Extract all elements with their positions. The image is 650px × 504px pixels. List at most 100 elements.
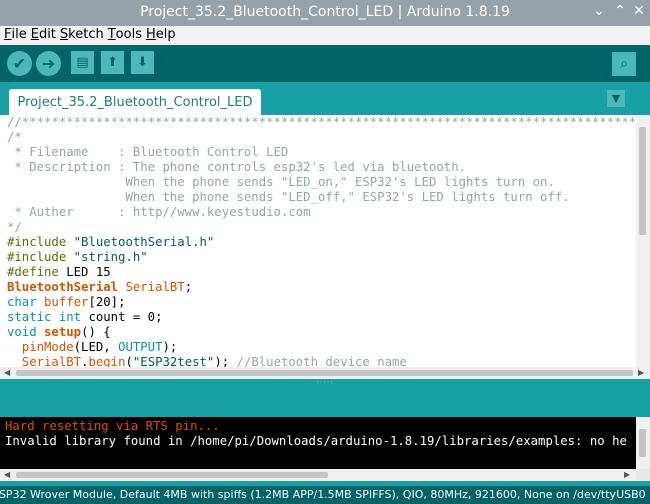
menu-bar: File Edit Sketch Tools Help: [0, 26, 650, 45]
code-token: int: [58, 310, 82, 324]
code-token: //**************************************…: [7, 115, 636, 129]
console-scroll-right-icon[interactable]: ▶: [624, 469, 630, 481]
menu-sketch[interactable]: Sketch: [56, 26, 104, 43]
panel-divider[interactable]: ·····: [0, 378, 650, 417]
code-token: begin: [88, 355, 126, 367]
code-line: */: [7, 220, 22, 234]
tab-menu-icon[interactable]: ▼: [607, 90, 625, 107]
minimize-icon[interactable]: ⌄: [590, 3, 608, 19]
code-token: OUTPUT: [118, 340, 163, 354]
code-token: * Description : The phone controls esp32…: [7, 160, 467, 174]
code-token: When the phone sends "LED_off," ESP32's …: [7, 190, 570, 204]
code-token: When the phone sends "LED_on," ESP32's L…: [7, 175, 555, 189]
code-line: When the phone sends "LED_off," ESP32's …: [7, 190, 570, 204]
toolbar: ✔ ➜ ▤ ⬆ ⬇ ⌕: [0, 45, 650, 82]
code-token: "ESP32test": [132, 355, 215, 367]
code-token: #define: [7, 265, 59, 279]
menu-file[interactable]: File: [0, 26, 27, 43]
console-horizontal-scrollbar[interactable]: ◀ ▶: [0, 469, 636, 481]
window-title: Project_35.2_Bluetooth_Control_LED | Ard…: [140, 4, 510, 20]
code-line: * Auther : http//www.keyestudio.com: [7, 205, 311, 219]
board-info: ESP32 Wrover Module, Default 4MB with sp…: [0, 488, 646, 501]
console-vertical-scrollbar[interactable]: [636, 417, 650, 469]
code-line: BluetoothSerial SerialBT;: [7, 280, 192, 294]
code-token: pinMode: [21, 340, 74, 354]
maximize-icon[interactable]: ⌃: [611, 3, 629, 19]
code-token: "string.h": [73, 250, 148, 264]
code-line: char buffer[20];: [7, 295, 125, 309]
editor-horizontal-thumb[interactable]: [16, 370, 633, 376]
editor-vertical-thumb[interactable]: [639, 127, 646, 235]
code-token: [20];: [88, 295, 126, 309]
code-line: #include "BluetoothSerial.h": [7, 235, 214, 249]
code-token: void: [7, 325, 37, 339]
code-token: );: [162, 340, 178, 354]
code-token: */: [7, 220, 22, 234]
console-horizontal-thumb[interactable]: [16, 472, 328, 478]
code-line: SerialBT.begin("ESP32test"); //Bluetooth…: [7, 355, 407, 367]
tab-bar: Project_35.2_Bluetooth_Control_LED ▼: [0, 82, 650, 115]
code-token: BluetoothSerial: [7, 280, 119, 294]
code-token: (LED,: [73, 340, 119, 354]
divider-grip-icon[interactable]: ·····: [0, 378, 650, 387]
code-token: buffer: [44, 295, 89, 309]
code-token: #include: [7, 235, 67, 249]
code-line: //**************************************…: [7, 115, 636, 129]
code-line: #define LED 15: [7, 265, 111, 279]
code-token: * Filename : Bluetooth Control LED: [7, 145, 289, 159]
title-bar: Project_35.2_Bluetooth_Control_LED | Ard…: [0, 0, 650, 26]
code-token: char: [7, 295, 37, 309]
save-icon[interactable]: ⬇: [131, 51, 154, 74]
code-text: //**************************************…: [0, 115, 636, 367]
code-token: "BluetoothSerial.h": [73, 235, 215, 249]
menu-edit[interactable]: Edit: [27, 26, 56, 43]
code-token: () {: [81, 325, 111, 339]
code-token: * Auther : http//: [7, 205, 178, 219]
open-icon[interactable]: ⬆: [101, 51, 124, 74]
menu-tools[interactable]: Tools: [104, 26, 142, 43]
console-scroll-left-icon[interactable]: ◀: [4, 469, 10, 481]
code-line: * Description : The phone controls esp32…: [7, 160, 466, 174]
serial-monitor-icon[interactable]: ⌕: [612, 52, 636, 76]
code-line: /*: [7, 130, 22, 144]
code-token: www.keyestudio.com: [177, 205, 311, 219]
code-token: );: [214, 355, 237, 367]
console-vertical-thumb[interactable]: [639, 429, 646, 457]
code-line: * Filename : Bluetooth Control LED: [7, 145, 288, 159]
editor-vertical-scrollbar[interactable]: [636, 115, 650, 367]
code-token: setup: [44, 325, 82, 339]
code-line: void setup() {: [7, 325, 111, 339]
code-token: #include: [7, 250, 67, 264]
code-token: ;: [184, 280, 193, 294]
code-token: static: [7, 310, 52, 324]
console-line: Hard resetting via RTS pin...: [5, 419, 220, 433]
code-token: SerialBT: [125, 280, 185, 294]
code-line: When the phone sends "LED_on," ESP32's L…: [7, 175, 555, 189]
upload-icon[interactable]: ➜: [36, 51, 61, 76]
console-line: Invalid library found in /home/pi/Downlo…: [5, 434, 627, 448]
code-token: count = 0;: [81, 310, 163, 324]
close-icon[interactable]: ✕: [630, 3, 648, 19]
code-token: LED 15: [58, 265, 111, 279]
new-icon[interactable]: ▤: [71, 51, 94, 74]
code-token: /*: [7, 130, 22, 144]
code-editor[interactable]: //**************************************…: [0, 115, 636, 367]
tab-sketch[interactable]: Project_35.2_Bluetooth_Control_LED: [9, 89, 261, 115]
menu-help[interactable]: Help: [142, 26, 176, 43]
code-line: #include "string.h": [7, 250, 148, 264]
console-output: Hard resetting via RTS pin... Invalid li…: [0, 417, 636, 469]
verify-icon[interactable]: ✔: [7, 51, 32, 76]
code-line: pinMode(LED, OUTPUT);: [7, 340, 177, 354]
code-token: //Bluetooth device name: [236, 355, 407, 367]
status-bar: ESP32 Wrover Module, Default 4MB with sp…: [0, 486, 650, 504]
code-token: SerialBT: [21, 355, 82, 367]
code-line: static int count = 0;: [7, 310, 162, 324]
code-token: (: [125, 355, 133, 367]
